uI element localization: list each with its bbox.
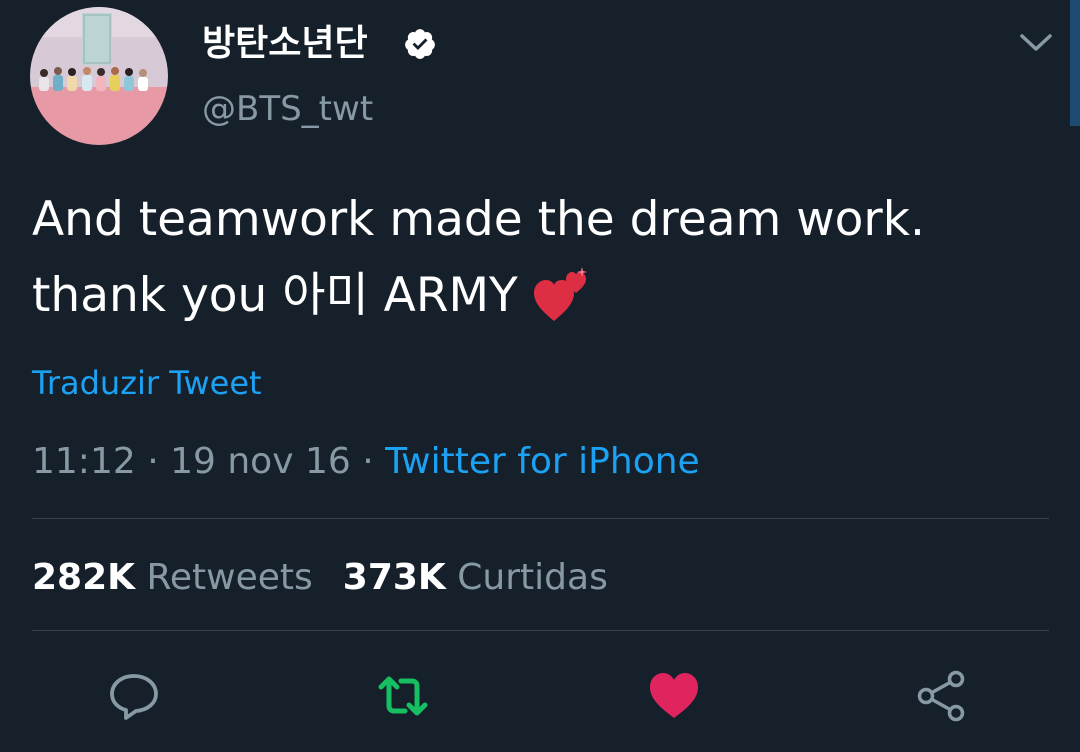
tweet-time[interactable]: 11:12 [32,441,136,482]
retweets-stat[interactable]: 282K Retweets [32,557,313,598]
avatar[interactable] [30,7,168,145]
heart-icon [650,673,698,718]
tweet-text-line-2: thank you 아미 ARMY [32,258,1032,334]
translate-tweet-link[interactable]: Traduzir Tweet [32,360,262,406]
divider [32,518,1049,519]
likes-count: 373K [342,557,446,598]
tweet-date[interactable]: 19 nov 16 [170,441,351,482]
reply-button[interactable] [106,668,162,724]
meta-separator: · [147,441,159,482]
verified-badge-icon [405,29,435,59]
two-hearts-emoji-icon [533,267,587,321]
user-handle[interactable]: @BTS_twt [202,86,373,132]
share-button[interactable] [914,668,970,724]
retweet-button[interactable] [375,668,431,724]
reply-icon [110,674,158,720]
like-button[interactable] [646,668,702,724]
tweet-meta: 11:12 · 19 nov 16 · Twitter for iPhone [32,437,700,487]
retweets-label: Retweets [146,557,313,598]
tweet-stats: 282K Retweets 373K Curtidas [32,553,608,603]
scrollbar-thumb[interactable] [1070,0,1080,126]
display-name[interactable]: 방탄소년단 [202,18,368,70]
tweet-source-link[interactable]: Twitter for iPhone [385,441,700,482]
tweet-text: And teamwork made the dream work. thank … [32,182,1032,334]
share-icon [917,670,965,722]
retweets-count: 282K [32,557,136,598]
retweet-icon [378,676,428,716]
likes-label: Curtidas [457,557,608,598]
meta-separator: · [362,441,374,482]
divider [32,630,1049,631]
chevron-down-icon[interactable] [1018,30,1054,56]
tweet-text-line-1: And teamwork made the dream work. [32,192,925,247]
likes-stat[interactable]: 373K Curtidas [343,557,608,598]
tweet-text-line-2-text: thank you 아미 ARMY [32,268,518,323]
